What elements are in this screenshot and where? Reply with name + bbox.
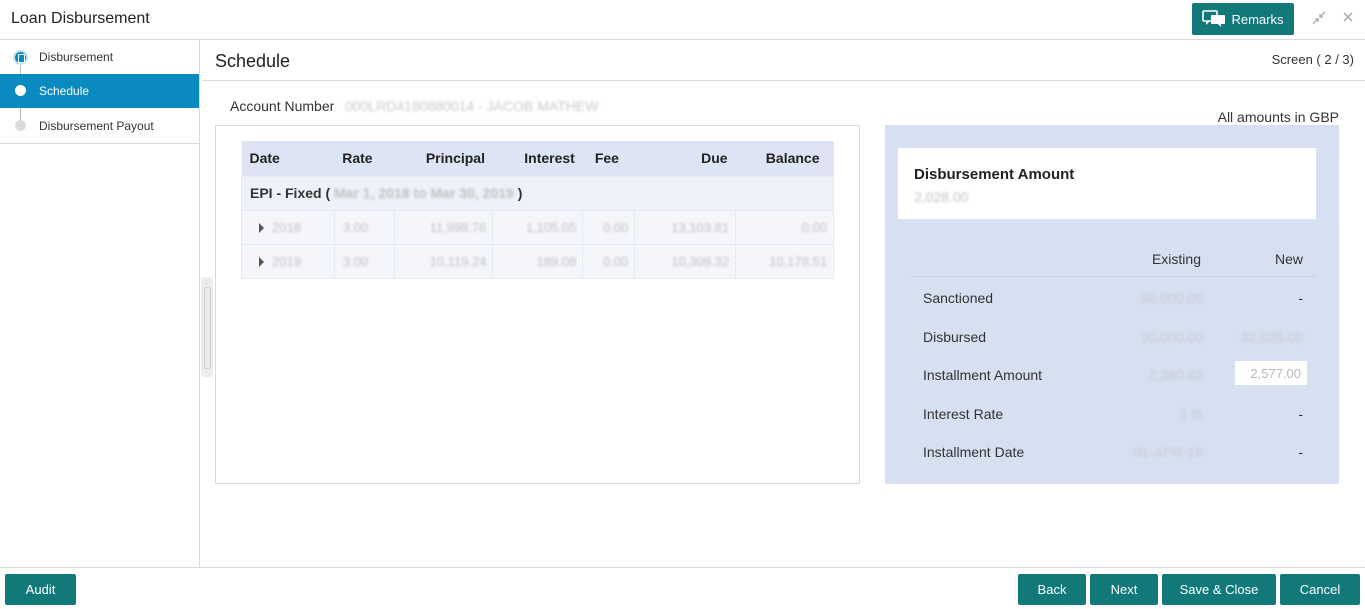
step-dot-icon xyxy=(15,85,26,96)
table-row[interactable]: 2018 3.00 11,998.76 1,105.05 0.00 13,103… xyxy=(241,209,834,245)
step-label: Disbursement xyxy=(39,50,114,64)
table-header-row: Date Rate Principal Interest Fee Due Bal… xyxy=(241,141,834,176)
cell-date: 2019 xyxy=(272,253,301,269)
cell-rate: 3.00 xyxy=(342,219,369,235)
save-close-button[interactable]: Save & Close xyxy=(1162,574,1276,605)
cell-principal: 10,119.24 xyxy=(429,253,487,269)
sidebar-item-disbursement-payout[interactable]: Disbursement Payout xyxy=(0,109,199,143)
disbursement-amount-title: Disbursement Amount xyxy=(914,166,1075,183)
account-number-value: 000LRD4180880014 - JACOB MATHEW xyxy=(345,98,599,114)
currency-note: All amounts in GBP xyxy=(1217,109,1339,125)
summary-row-sanctioned: Sanctioned 50,000.00 - xyxy=(923,290,1303,306)
screen-counter: Screen ( 2 / 3) xyxy=(1271,52,1354,67)
schedule-group-label: EPI - Fixed ( Mar 1, 2018 to Mar 30, 201… xyxy=(241,175,834,211)
sidebar-resize-handle[interactable] xyxy=(201,277,213,377)
cell-date: 2018 xyxy=(272,219,301,235)
cell-rate: 3.00 xyxy=(342,253,369,269)
cell-interest: 189.08 xyxy=(536,253,577,269)
installment-amount-input[interactable] xyxy=(1235,361,1307,385)
minimize-icon[interactable] xyxy=(1310,10,1328,28)
expand-caret-icon[interactable] xyxy=(259,257,264,268)
summary-row-interest-rate: Interest Rate 3 % - xyxy=(923,406,1303,422)
cell-interest: 1,105.05 xyxy=(525,219,577,235)
table-row[interactable]: 2019 3.00 10,119.24 189.08 0.00 10,308.3… xyxy=(241,243,834,279)
remarks-label: Remarks xyxy=(1231,11,1284,27)
step-dot-icon xyxy=(15,120,26,131)
account-number-label: Account Number xyxy=(230,98,335,114)
summary-row-disbursed: Disbursed 30,000.00 32,028.00 xyxy=(923,329,1303,345)
cell-balance: 10,178.51 xyxy=(769,253,827,269)
col-rate: Rate xyxy=(334,141,395,176)
col-new: New xyxy=(1274,251,1303,267)
title-divider xyxy=(203,80,1365,81)
col-principal: Principal xyxy=(394,141,493,176)
step-label: Disbursement Payout xyxy=(39,119,154,133)
cell-fee: 0.00 xyxy=(602,219,629,235)
cell-due: 10,308.32 xyxy=(671,253,730,269)
group-period: Mar 1, 2018 to Mar 30, 2019 xyxy=(334,185,514,201)
cell-balance: 0.00 xyxy=(801,219,827,235)
summary-row-installment-date: Installment Date 01-APR-18 - xyxy=(923,444,1303,460)
schedule-group-row[interactable]: EPI - Fixed ( Mar 1, 2018 to Mar 30, 201… xyxy=(241,175,834,211)
cancel-button[interactable]: Cancel xyxy=(1280,574,1360,605)
disbursement-amount-card: Disbursement Amount 2,028.00 xyxy=(898,148,1316,219)
col-interest: Interest xyxy=(492,141,583,176)
expand-caret-icon[interactable] xyxy=(259,223,264,234)
disbursement-summary-panel: Disbursement Amount 2,028.00 Existing Ne… xyxy=(885,125,1339,484)
sidebar-item-schedule[interactable]: Schedule xyxy=(0,74,199,108)
chat-icon xyxy=(1202,10,1226,27)
col-balance: Balance xyxy=(735,141,834,176)
remarks-button[interactable]: Remarks xyxy=(1192,3,1294,35)
app-header: Loan Disbursement Remarks xyxy=(0,0,1365,40)
cell-principal: 11,998.76 xyxy=(429,219,487,235)
sidebar-divider xyxy=(0,143,199,144)
close-icon[interactable] xyxy=(1339,10,1357,28)
col-existing: Existing xyxy=(1151,251,1201,267)
summary-divider xyxy=(910,276,1316,277)
col-date: Date xyxy=(241,141,335,176)
disbursement-amount-value: 2,028.00 xyxy=(914,189,969,205)
col-fee: Fee xyxy=(582,141,635,176)
cell-fee: 0.00 xyxy=(602,253,629,269)
step-sidebar: Disbursement Schedule Disbursement Payou… xyxy=(0,40,200,567)
step-label: Schedule xyxy=(39,84,90,98)
back-button[interactable]: Back xyxy=(1018,574,1086,605)
cell-due: 13,103.81 xyxy=(671,219,730,235)
schedule-table: Date Rate Principal Interest Fee Due Bal… xyxy=(241,141,834,279)
sidebar-item-disbursement[interactable]: Disbursement xyxy=(0,40,199,74)
audit-button[interactable]: Audit xyxy=(5,574,76,605)
next-button[interactable]: Next xyxy=(1090,574,1158,605)
col-due: Due xyxy=(634,141,736,176)
app-title: Loan Disbursement xyxy=(11,10,150,27)
page-title: Schedule xyxy=(215,51,291,71)
step-current-icon xyxy=(13,50,28,65)
footer-bar: Audit Back Next Save & Close Cancel xyxy=(0,567,1365,609)
